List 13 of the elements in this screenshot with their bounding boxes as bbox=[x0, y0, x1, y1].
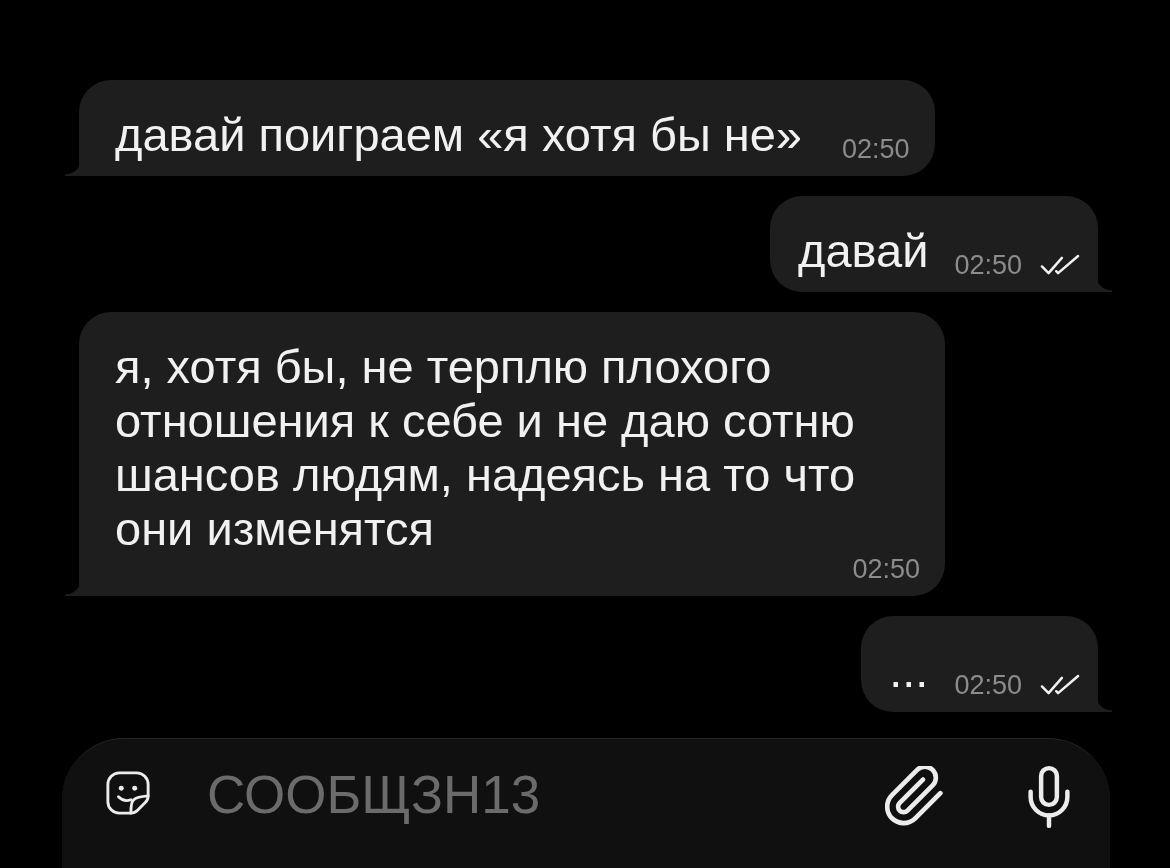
message-time: 02:50 bbox=[852, 556, 920, 582]
composer-bar[interactable]: СООБЩЗН13 bbox=[62, 738, 1110, 868]
message-time: 02:50 bbox=[842, 136, 910, 162]
message-text: я, хотя бы, не терплю плохого отношения к себе и не даю сотню шансов людям, надеясь на то что они изменятся bbox=[115, 340, 857, 556]
message-text: давай поиграем «я хотя бы не» bbox=[115, 108, 802, 162]
message-text: ... bbox=[889, 644, 929, 698]
paperclip-icon[interactable] bbox=[885, 766, 943, 826]
message-text: давай bbox=[798, 224, 929, 278]
message-time: 02:50 bbox=[954, 672, 1022, 698]
message-time: 02:50 bbox=[954, 252, 1022, 278]
microphone-icon[interactable] bbox=[1028, 764, 1070, 830]
message-input[interactable]: СООБЩЗН13 bbox=[207, 762, 845, 826]
sticker-icon[interactable] bbox=[105, 770, 151, 816]
